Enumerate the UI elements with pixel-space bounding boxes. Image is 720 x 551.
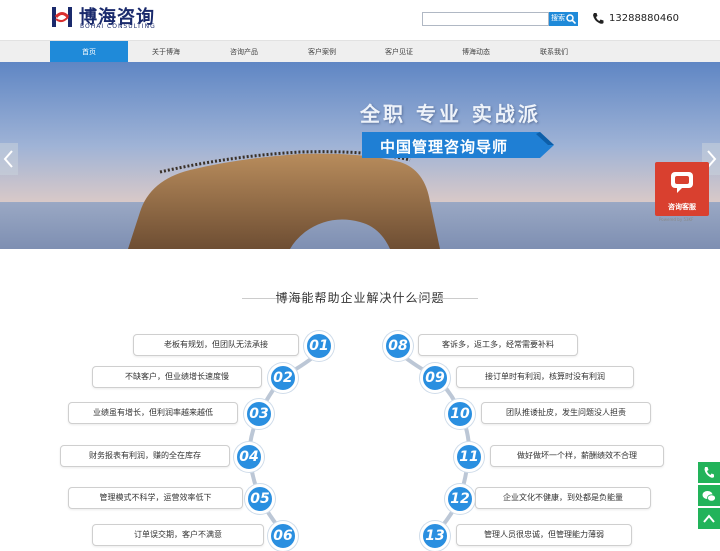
nav-item-products[interactable]: 咨询产品 [205, 41, 283, 63]
search-button[interactable]: 搜索 [549, 12, 578, 26]
phone-number: 13288880460 [609, 13, 679, 24]
problem-list: 老板有规划，但团队无法承接 01 不缺客户，但业绩增长速度慢 02 业绩虽有增长… [0, 318, 720, 551]
logo-mark-icon [52, 7, 72, 27]
phone-icon [593, 13, 604, 24]
problem-text: 财务报表有利润，赚的全在库存 [60, 445, 230, 467]
problem-number: 03 [244, 399, 274, 429]
problem-number: 11 [454, 442, 484, 472]
problem-number: 10 [445, 399, 475, 429]
search-box: 搜索 [422, 12, 578, 28]
chevron-left-icon [3, 150, 13, 168]
nav-item-contact[interactable]: 联系我们 [515, 41, 593, 63]
problem-text: 做好做坏一个样，薪酬绩效不合理 [490, 445, 664, 467]
header: 博海咨询 BOHAI CONSULTING 搜索 13288880460 [0, 0, 720, 40]
problem-text: 接订单时有利润，核算时没有利润 [456, 366, 634, 388]
problem-number: 02 [268, 363, 298, 393]
problem-number: 06 [268, 521, 298, 551]
problem-number: 04 [234, 442, 264, 472]
problem-number: 05 [245, 484, 275, 514]
search-button-label: 搜索 [551, 15, 565, 22]
problem-number: 01 [304, 331, 334, 361]
section-title: 博海能帮助企业解决什么问题 [275, 291, 445, 305]
banner-ribbon: 中国管理咨询导师 [362, 132, 554, 158]
search-input[interactable] [422, 12, 549, 26]
problem-number: 13 [420, 521, 450, 551]
side-phone-button[interactable] [698, 462, 720, 484]
phone-icon [704, 467, 714, 478]
problem-text: 团队推诿扯皮，发生问题没人担责 [481, 402, 651, 424]
side-back-to-top-button[interactable] [698, 508, 720, 530]
wechat-icon [702, 491, 716, 502]
problem-text: 管理模式不科学，运营效率低下 [68, 487, 243, 509]
problem-text: 企业文化不健康，到处都是负能量 [475, 487, 651, 509]
problem-text: 老板有规划，但团队无法承接 [133, 334, 299, 356]
problem-number: 12 [445, 484, 475, 514]
logo[interactable]: 博海咨询 BOHAI CONSULTING [50, 4, 160, 32]
side-wechat-button[interactable] [698, 485, 720, 507]
search-icon [566, 14, 576, 24]
banner-image [0, 62, 720, 249]
chat-widget[interactable]: 咨询客服 Powered by 53KF [655, 162, 709, 224]
nav-item-cases[interactable]: 客户案例 [283, 41, 361, 63]
main-nav: 首页 关于博海 咨询产品 客户案例 客户见证 博海动态 联系我们 [0, 40, 720, 63]
nav-item-home[interactable]: 首页 [50, 41, 128, 63]
logo-subtext: BOHAI CONSULTING [80, 23, 156, 30]
chat-bubble-icon [671, 172, 693, 193]
banner-slogan: 全职 专业 实战派 [360, 102, 541, 126]
nav-item-news[interactable]: 博海动态 [437, 41, 515, 63]
title-divider-right [414, 298, 478, 299]
problem-number: 08 [383, 331, 413, 361]
banner-ribbon-text: 中国管理咨询导师 [380, 138, 509, 156]
prev-slide-button[interactable] [0, 143, 18, 175]
problem-text: 不缺客户，但业绩增长速度慢 [92, 366, 262, 388]
problem-text: 管理人员很忠诚，但管理能力薄弱 [456, 524, 632, 546]
nav-item-testimonials[interactable]: 客户见证 [360, 41, 438, 63]
chat-button[interactable]: 咨询客服 [655, 162, 709, 216]
nav-item-about[interactable]: 关于博海 [127, 41, 205, 63]
problem-text: 订单误交期，客户不满意 [92, 524, 264, 546]
chat-label: 咨询客服 [668, 203, 696, 211]
problem-text: 业绩虽有增长，但利润率越来越低 [68, 402, 238, 424]
up-arrow-icon [703, 514, 715, 523]
chat-powered-by: Powered by 53KF [659, 217, 694, 222]
hero-banner[interactable]: 全职 专业 实战派 中国管理咨询导师 咨询客服 Powered by 53KF [0, 62, 720, 249]
problem-number: 09 [420, 363, 450, 393]
problem-text: 客诉多，返工多，经常需要补料 [418, 334, 578, 356]
